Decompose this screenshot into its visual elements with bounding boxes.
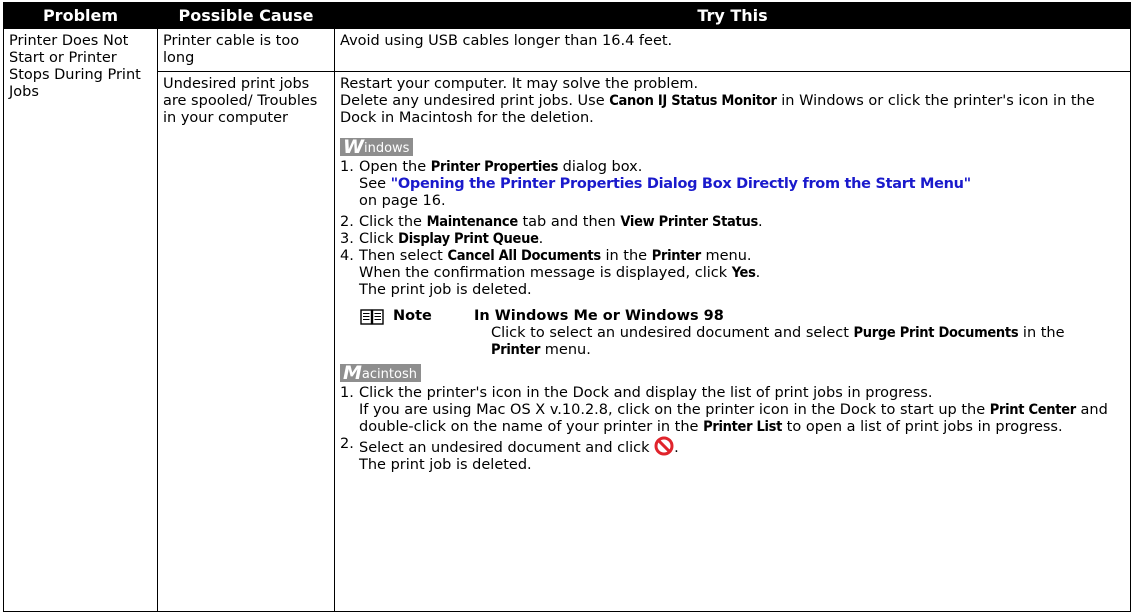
note-box: Note In Windows Me or Windows 98 Click t… <box>340 308 1125 360</box>
step-number: 3. <box>340 231 354 247</box>
step-number: 1. <box>340 159 354 175</box>
step-text-part: Click the <box>359 214 427 230</box>
list-item: 1. Click the printer's icon in the Dock … <box>340 385 1125 436</box>
windows-badge: Windows <box>340 136 414 158</box>
step-text-part: dialog box. <box>558 159 643 175</box>
try-cell-spooled: Restart your computer. It may solve the … <box>334 71 1131 612</box>
note-body: Click to select an undesired document an… <box>491 325 1091 359</box>
header-possible-cause: Possible Cause <box>157 2 335 29</box>
list-item: 2. Click the Maintenance tab and then Vi… <box>340 214 1125 231</box>
step-text-part: If you are using Mac OS X v.10.2.8, clic… <box>359 402 990 418</box>
step-text-part: Click <box>359 231 399 247</box>
step-text-part: . <box>755 265 761 281</box>
status-monitor-label: Canon IJ Status Monitor <box>609 93 777 109</box>
step-number: 2. <box>340 436 354 452</box>
step-text-part: . <box>757 214 763 230</box>
cause-cell-cable: Printer cable is too long <box>157 28 335 72</box>
list-item: 2. Select an undesired document and clic… <box>340 436 1125 474</box>
step-page-ref: on page 16. <box>359 193 446 209</box>
step-text: Then select Cancel All Documents in the … <box>359 248 1125 265</box>
book-icon <box>360 309 384 325</box>
windows-steps: 1. Open the Printer Properties dialog bo… <box>340 159 1125 299</box>
note-text-part: Click to select an undesired document an… <box>491 325 854 341</box>
step-text-part: menu. <box>700 248 752 264</box>
note-text-part: menu. <box>540 342 591 358</box>
header-problem: Problem <box>3 2 158 29</box>
cause-cell-spooled: Undesired print jobs are spooled/ Troubl… <box>157 71 335 612</box>
step-confirm-line: When the confirmation message is display… <box>359 265 1125 282</box>
cancel-all-documents-label: Cancel All Documents <box>447 248 601 264</box>
intro-line-restart: Restart your computer. It may solve the … <box>340 76 699 92</box>
table-row: Printer Does Not Start or Printer Stops … <box>3 28 1131 612</box>
header-try-this: Try This <box>334 2 1131 29</box>
opening-printer-properties-link[interactable]: "Opening the Printer Properties Dialog B… <box>391 176 972 192</box>
step-text: If you are using Mac OS X v.10.2.8, clic… <box>359 402 1125 436</box>
step-text: Open the Printer Properties dialog box. <box>359 159 1125 176</box>
step-see-line: See "Opening the Printer Properties Dial… <box>359 176 1125 193</box>
step-text: Click the printer's icon in the Dock and… <box>359 385 933 401</box>
step-result-line: The print job is deleted. <box>359 282 532 298</box>
printer-properties-label: Printer Properties <box>430 159 559 175</box>
table-header-row: Problem Possible Cause Try This <box>3 2 1131 29</box>
macintosh-steps: 1. Click the printer's icon in the Dock … <box>340 385 1125 474</box>
step-text-part: When the confirmation message is display… <box>359 265 732 281</box>
step-number: 2. <box>340 214 354 230</box>
step-text-part: See <box>359 176 391 192</box>
problem-cell: Printer Does Not Start or Printer Stops … <box>3 28 158 612</box>
troubleshooting-table-container: Problem Possible Cause Try This Printer … <box>3 2 1131 612</box>
step-result-line: The print job is deleted. <box>359 457 532 473</box>
windows-badge-initial: W <box>343 136 364 158</box>
troubleshooting-table: Problem Possible Cause Try This Printer … <box>3 2 1131 612</box>
printer-menu-label: Printer <box>491 342 541 358</box>
maintenance-label: Maintenance <box>426 214 519 230</box>
list-item: 4. Then select Cancel All Documents in t… <box>340 248 1125 299</box>
macintosh-badge-text: acintosh <box>361 367 417 382</box>
view-printer-status-label: View Printer Status <box>620 214 758 230</box>
step-number: 4. <box>340 248 354 264</box>
step-text-part: . <box>674 440 679 456</box>
macintosh-badge: Macintosh <box>340 362 421 384</box>
printer-list-label: Printer List <box>703 419 783 435</box>
windows-badge-text: indows <box>363 141 410 156</box>
step-text-part: tab and then <box>517 214 621 230</box>
step-text-part: in the <box>600 248 652 264</box>
note-text-part: in the <box>1018 325 1065 341</box>
note-heading: In Windows Me or Windows 98 <box>474 308 724 324</box>
note-label: Note <box>393 308 432 324</box>
intro-line-delete: Delete any undesired print jobs. Use Can… <box>340 93 1125 127</box>
intro-text: Delete any undesired print jobs. Use <box>340 93 610 109</box>
step-text: Select an undesired document and click . <box>359 436 1125 457</box>
prohibit-icon <box>654 436 674 456</box>
step-text-part: Select an undesired document and click <box>359 440 655 456</box>
purge-print-documents-label: Purge Print Documents <box>853 325 1019 341</box>
yes-label: Yes <box>731 265 756 281</box>
try-cell-cable: Avoid using USB cables longer than 16.4 … <box>334 28 1131 72</box>
print-center-label: Print Center <box>989 402 1076 418</box>
list-item: 1. Open the Printer Properties dialog bo… <box>340 159 1125 210</box>
macintosh-badge-initial: M <box>343 362 362 384</box>
step-text-part: Then select <box>359 248 448 264</box>
step-text-part: . <box>538 231 544 247</box>
step-number: 1. <box>340 385 354 401</box>
printer-menu-label: Printer <box>651 248 701 264</box>
step-text-part: Open the <box>359 159 431 175</box>
table-row: Undesired print jobs are spooled/ Troubl… <box>4 71 1131 612</box>
step-text-part: to open a list of print jobs in progress… <box>782 419 1063 435</box>
display-print-queue-label: Display Print Queue <box>398 231 539 247</box>
list-item: 3. Click Display Print Queue. <box>340 231 1125 248</box>
